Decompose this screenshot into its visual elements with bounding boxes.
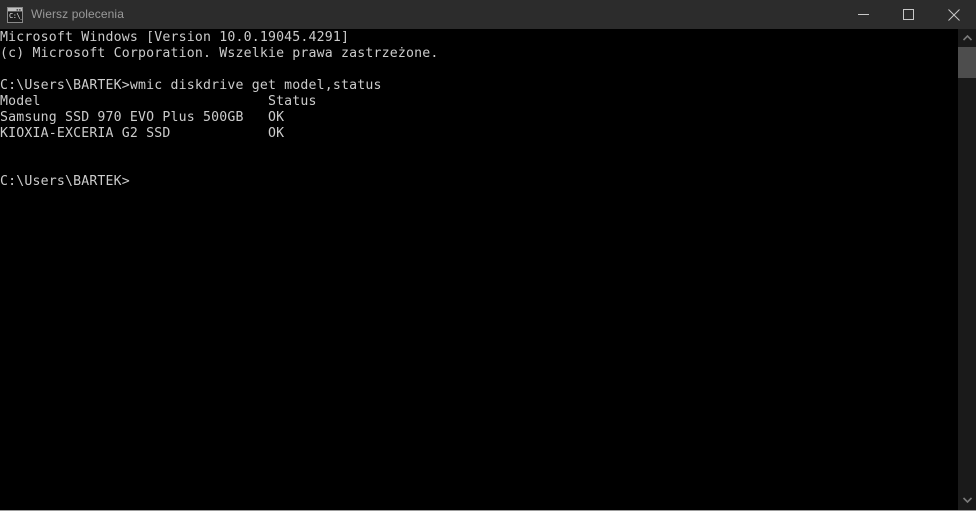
title-bar[interactable]: ▪▪ C:\_ Wiersz polecenia	[0, 0, 976, 29]
scrollbar-thumb[interactable]	[958, 47, 976, 78]
chevron-up-icon[interactable]	[958, 29, 976, 47]
close-button[interactable]	[931, 0, 976, 29]
chevron-down-icon[interactable]	[958, 491, 976, 509]
window-title: Wiersz polecenia	[31, 7, 124, 21]
maximize-button[interactable]	[886, 0, 931, 29]
window-controls	[841, 0, 976, 29]
minimize-button[interactable]	[841, 0, 886, 29]
vertical-scrollbar[interactable]	[958, 29, 976, 510]
console-text: Microsoft Windows [Version 10.0.19045.42…	[0, 30, 439, 189]
cmd-console-icon: ▪▪ C:\_	[7, 6, 23, 23]
console-output-area[interactable]: Microsoft Windows [Version 10.0.19045.42…	[0, 29, 958, 510]
command-prompt-window: ▪▪ C:\_ Wiersz polecenia	[0, 0, 976, 511]
icon-prompt-glyph: C:\_	[8, 11, 22, 22]
